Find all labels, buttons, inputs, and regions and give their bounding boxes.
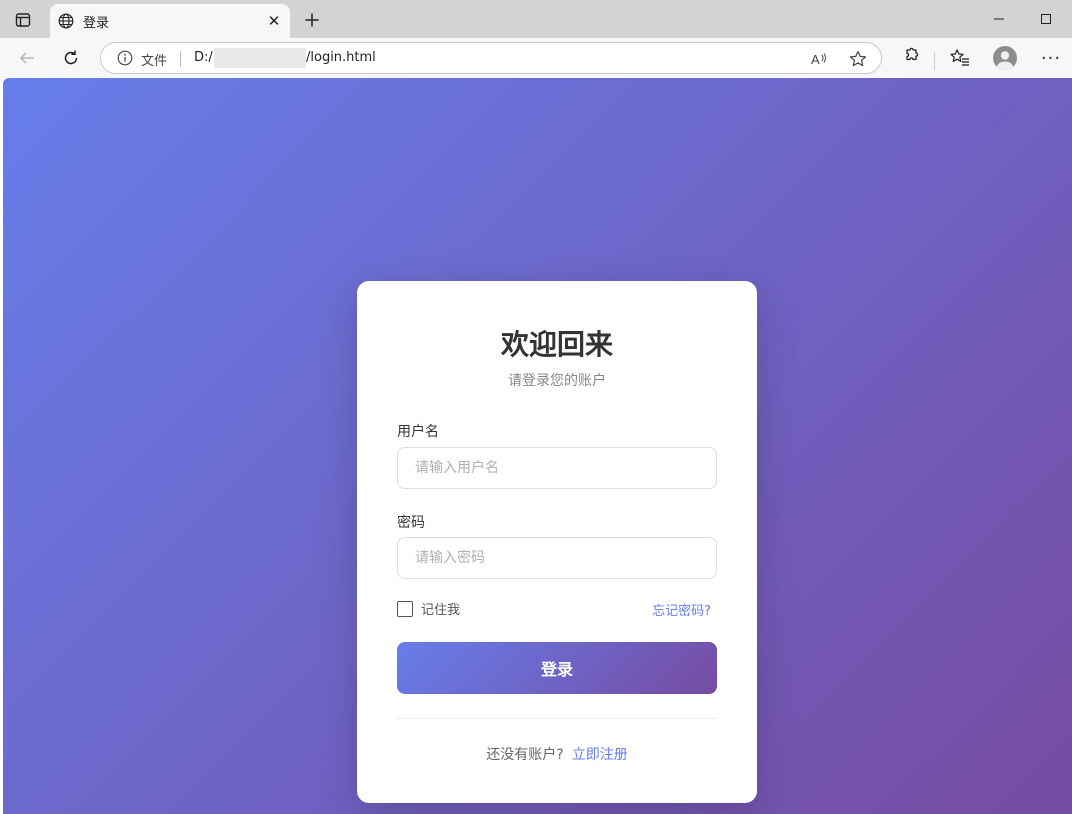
login-button[interactable]: 登录 <box>397 642 717 694</box>
divider <box>397 718 717 719</box>
page-background: 欢迎回来 请登录您的账户 用户名 密码 记住我 忘记密码? 登录 还没有账户? 立… <box>3 78 1072 814</box>
page-title: 欢迎回来 <box>500 328 613 361</box>
forgot-password-link[interactable]: 忘记密码? <box>652 600 711 619</box>
close-icon[interactable]: ✕ <box>264 11 284 31</box>
username-label: 用户名 <box>397 424 439 440</box>
star-icon[interactable] <box>848 49 868 69</box>
login-card: 欢迎回来 请登录您的账户 用户名 密码 记住我 忘记密码? 登录 还没有账户? 立… <box>357 281 757 803</box>
remember-me[interactable]: 记住我 <box>397 599 460 618</box>
browser-tab-bar: 登录 ✕ <box>0 0 1072 38</box>
refresh-icon[interactable] <box>59 46 83 70</box>
profile-avatar-icon[interactable] <box>993 46 1017 70</box>
url-suffix: /login.html <box>306 50 376 65</box>
password-input[interactable] <box>397 537 717 579</box>
globe-icon <box>58 13 74 29</box>
password-label: 密码 <box>397 515 425 531</box>
favorites-icon[interactable] <box>949 47 971 69</box>
page-subtitle: 请登录您的账户 <box>508 373 606 389</box>
more-options-icon[interactable]: ··· <box>1040 47 1062 69</box>
tab-actions-icon[interactable] <box>10 8 36 32</box>
plus-icon[interactable] <box>300 8 324 32</box>
remember-me-checkbox[interactable] <box>397 600 413 617</box>
maximize-icon[interactable] <box>1035 8 1057 30</box>
browser-toolbar: 文件 D:/ /login.html A ··· <box>0 38 1072 78</box>
signup-prompt: 还没有账户? 立即注册 <box>357 744 757 764</box>
url-redacted-segment <box>214 48 306 68</box>
toolbar-divider <box>934 52 935 70</box>
minimize-icon[interactable] <box>988 8 1010 30</box>
tab-login[interactable]: 登录 ✕ <box>50 4 290 38</box>
info-icon[interactable] <box>117 50 133 66</box>
username-input[interactable] <box>397 447 717 489</box>
extensions-icon[interactable] <box>900 47 920 67</box>
signup-link[interactable]: 立即注册 <box>572 747 628 763</box>
read-aloud-icon[interactable]: A <box>809 49 829 69</box>
address-divider <box>180 51 181 67</box>
site-info-label[interactable]: 文件 <box>141 50 167 69</box>
no-account-text: 还没有账户? <box>486 747 564 763</box>
svg-text:A: A <box>811 52 820 67</box>
back-arrow-icon[interactable] <box>15 46 39 70</box>
remember-me-label[interactable]: 记住我 <box>421 599 460 618</box>
url-prefix: D:/ <box>194 50 213 65</box>
tab-title: 登录 <box>83 16 110 31</box>
address-bar[interactable]: 文件 D:/ /login.html A <box>100 42 882 74</box>
